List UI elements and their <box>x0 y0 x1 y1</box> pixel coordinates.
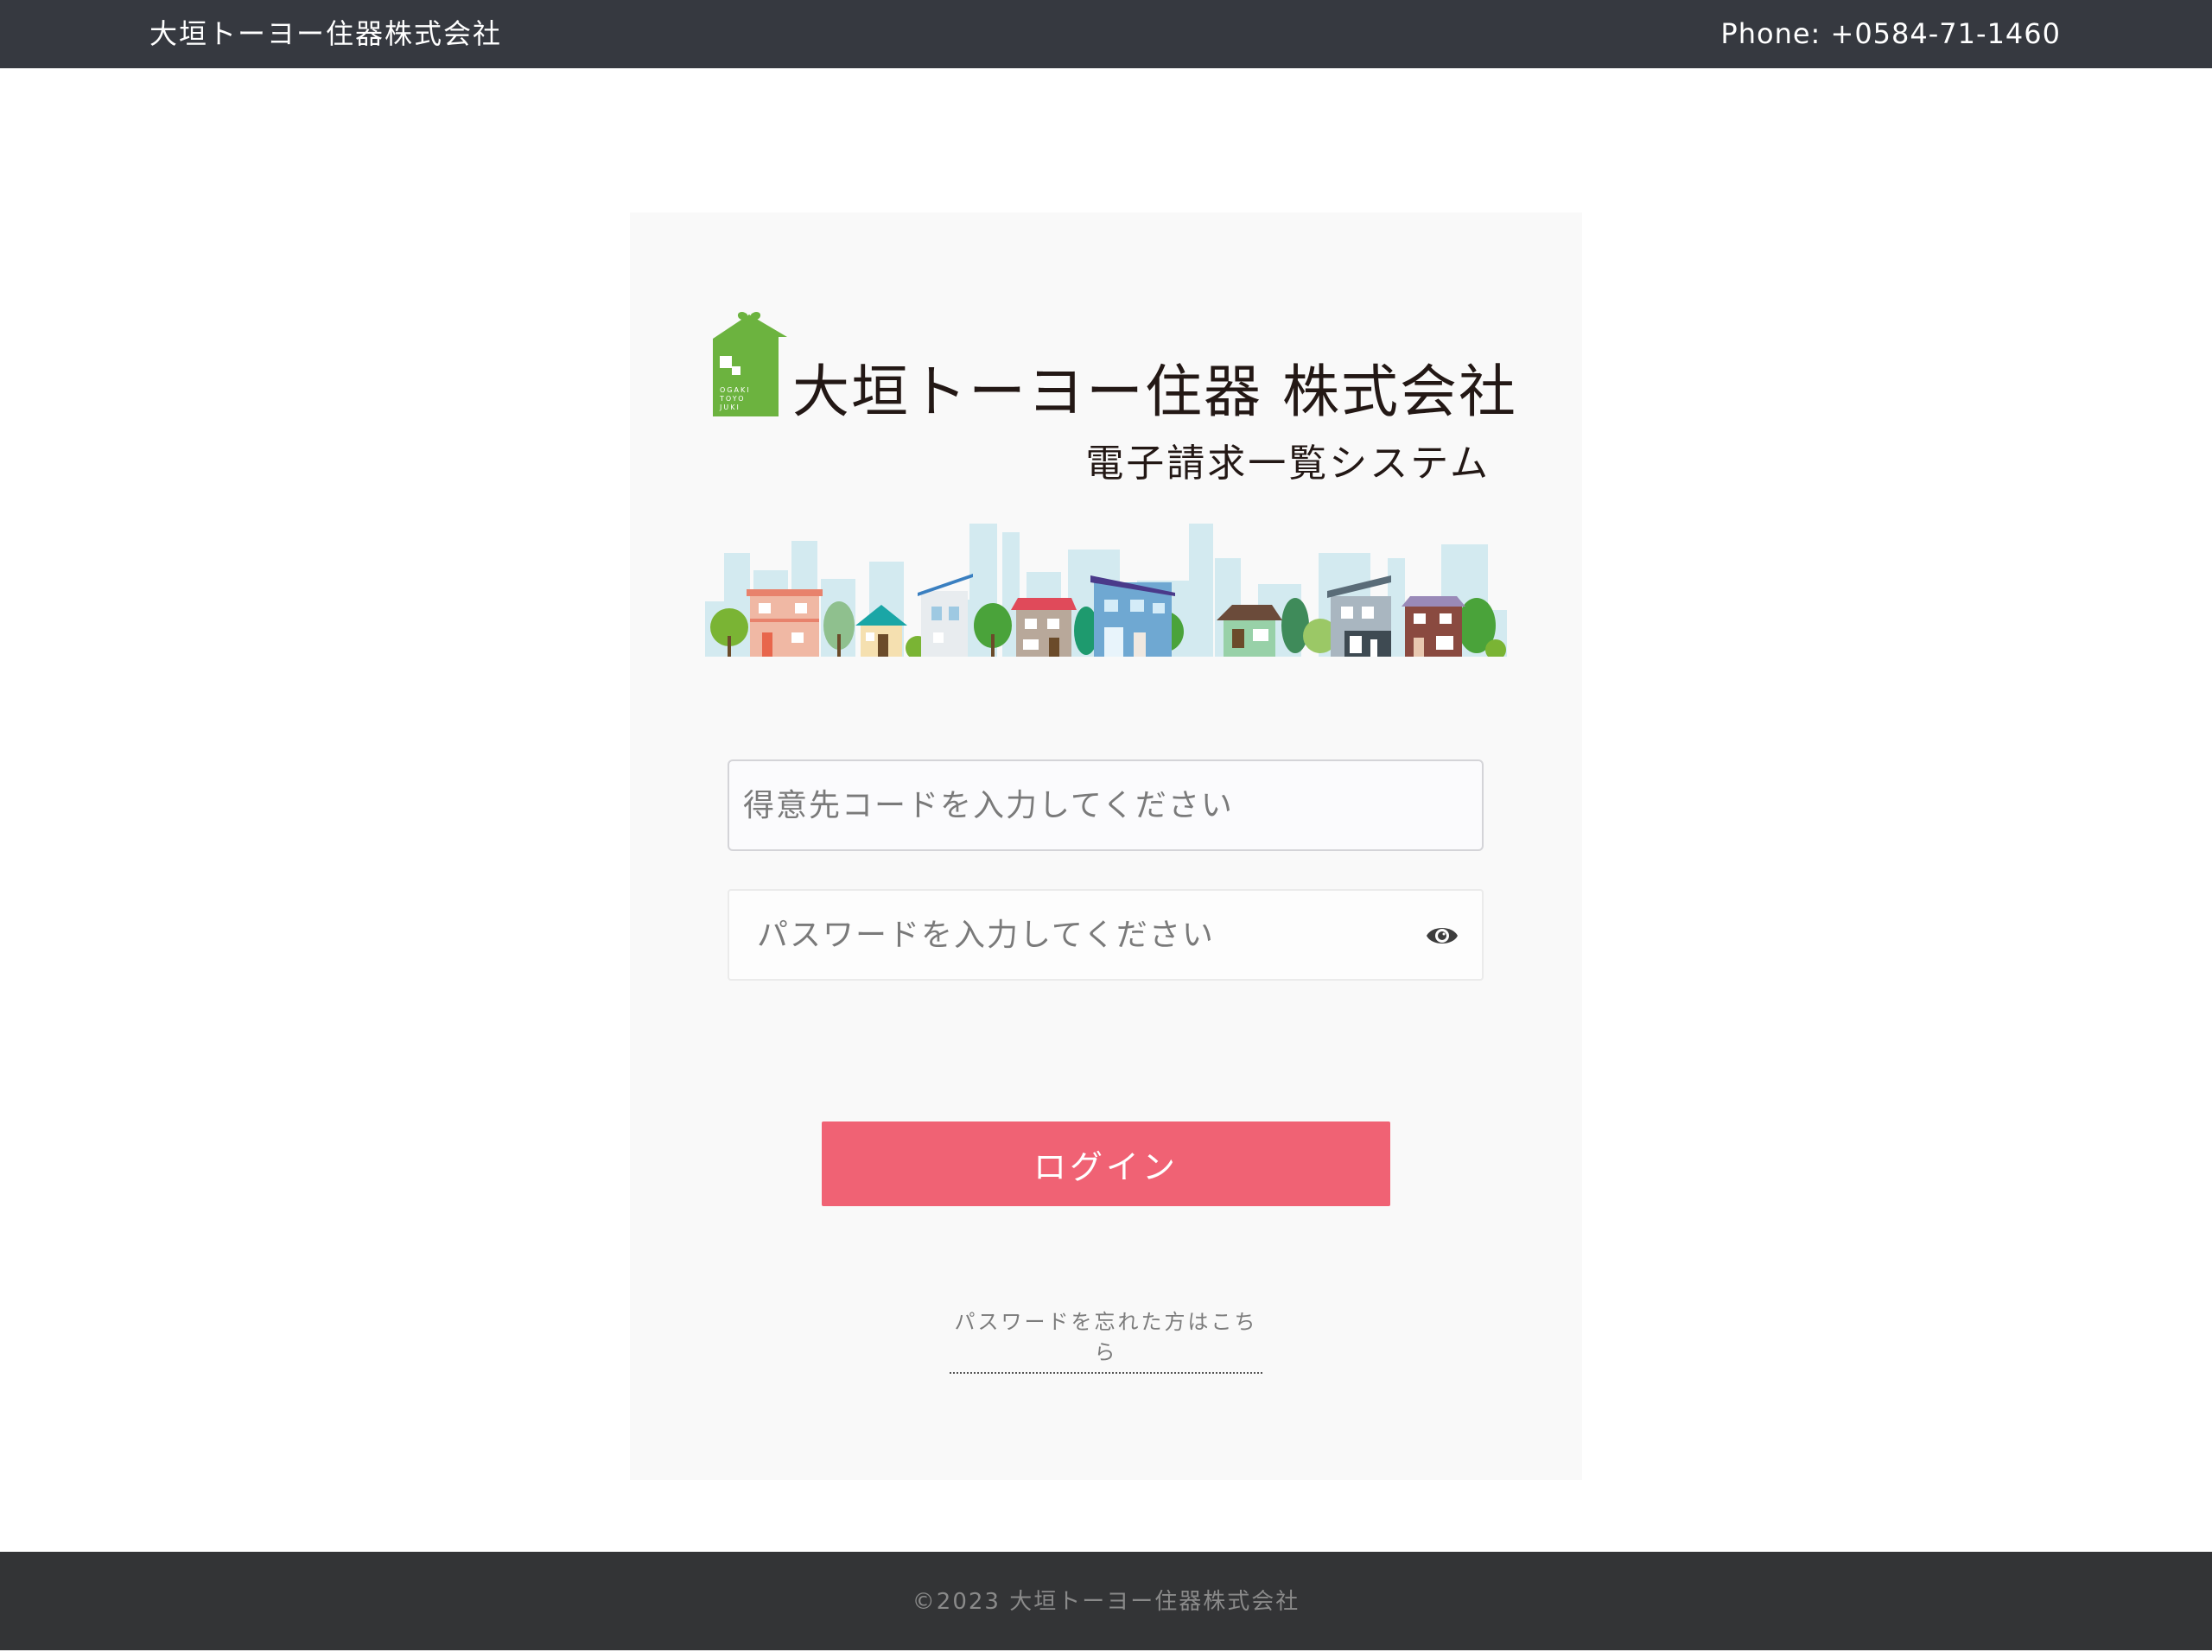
login-button[interactable]: ログイン <box>822 1121 1390 1206</box>
house-logo-icon: OGAKI TOYO JUKI <box>713 312 787 416</box>
svg-text:TOYO: TOYO <box>719 395 746 403</box>
customer-code-field <box>728 759 1484 851</box>
company-logo: OGAKI TOYO JUKI 大垣トーヨー住器 株式会社 電子請求一覧システム <box>713 311 1516 488</box>
forgot-password-link[interactable]: パスワードを忘れた方はこちら <box>950 1305 1262 1374</box>
customer-code-input[interactable] <box>729 761 1482 849</box>
password-field <box>728 889 1484 981</box>
logo-system-name: 電子請求一覧システム <box>1085 442 1491 486</box>
eye-icon[interactable] <box>1425 920 1459 951</box>
login-card: OGAKI TOYO JUKI 大垣トーヨー住器 株式会社 電子請求一覧システム <box>630 213 1582 1480</box>
svg-text:OGAKI: OGAKI <box>720 386 751 394</box>
footer-bar: ©2023 大垣トーヨー住器株式会社 <box>0 1552 2212 1650</box>
svg-text:JUKI: JUKI <box>719 403 741 411</box>
logo-company-name: 大垣トーヨー住器 株式会社 <box>792 359 1517 425</box>
header-phone: Phone: +0584-71-1460 <box>1720 17 2061 50</box>
header-brand[interactable]: 大垣トーヨー住器株式会社 <box>149 0 502 68</box>
password-input[interactable] <box>729 891 1482 979</box>
header-bar: 大垣トーヨー住器株式会社 Phone: +0584-71-1460 <box>0 0 2212 68</box>
footer-copyright: ©2023 大垣トーヨー住器株式会社 <box>912 1589 1300 1615</box>
town-illustration <box>705 524 1507 657</box>
